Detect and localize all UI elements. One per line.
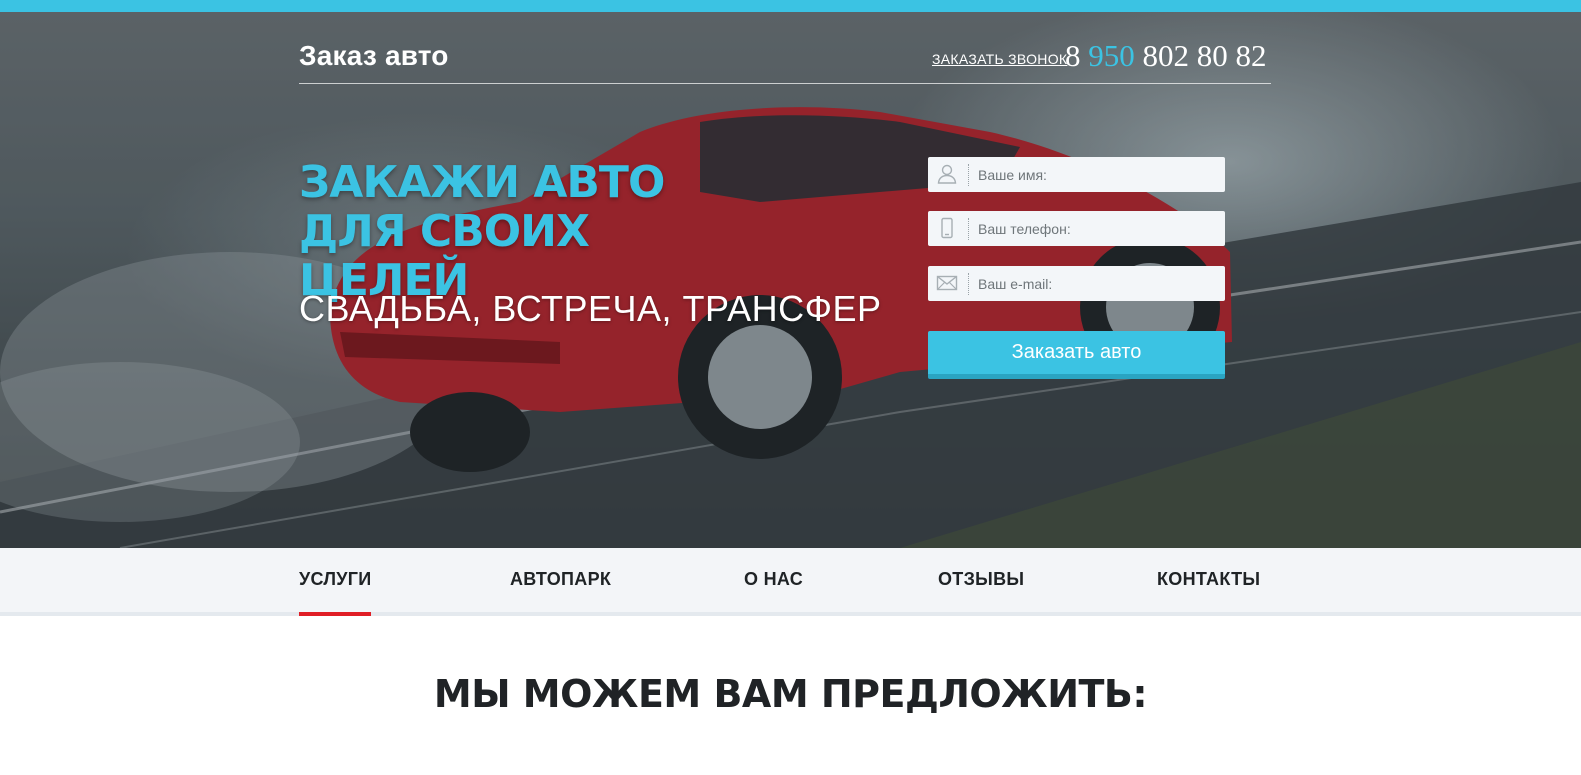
phone-digits: 802 80 82 [1142, 38, 1267, 73]
field-separator [968, 273, 969, 295]
hero-subline: СВАДЬБА, ВСТРЕЧА, ТРАНСФЕР [299, 288, 882, 329]
services-section-title: МЫ МОЖЕМ ВАМ ПРЕДЛОЖИТЬ: [433, 672, 1148, 716]
nav-item-services[interactable]: УСЛУГИ [299, 569, 372, 590]
mobile-phone-icon [941, 217, 953, 239]
name-input[interactable] [978, 157, 1218, 192]
nav-item-contacts[interactable]: КОНТАКТЫ [1157, 569, 1260, 590]
hero-banner: Заказ авто ЗАКАЗАТЬ ЗВОНОК 8 950 802 80 … [0, 12, 1581, 548]
phone-number: 8 950 802 80 82 [1065, 38, 1267, 74]
name-field[interactable] [928, 157, 1225, 192]
phone-prefix: 8 [1065, 38, 1081, 73]
nav-item-fleet[interactable]: АВТОПАРК [510, 569, 611, 590]
top-accent-strip [0, 0, 1581, 12]
envelope-icon [936, 275, 958, 291]
nav-active-indicator [299, 612, 371, 616]
hero-background-image [0, 12, 1581, 548]
phone-code: 950 [1088, 38, 1135, 73]
nav-item-about[interactable]: О НАС [744, 569, 803, 590]
email-field[interactable] [928, 266, 1225, 301]
user-icon [937, 164, 957, 184]
site-logo[interactable]: Заказ авто [299, 40, 449, 72]
hero-headline: ЗАКАЖИ АВТО ДЛЯ СВОИХ ЦЕЛЕЙ [299, 157, 665, 306]
main-navigation: УСЛУГИ АВТОПАРК О НАС ОТЗЫВЫ КОНТАКТЫ [0, 548, 1581, 616]
nav-item-reviews[interactable]: ОТЗЫВЫ [938, 569, 1024, 590]
field-separator [968, 164, 969, 186]
request-callback-link[interactable]: ЗАКАЗАТЬ ЗВОНОК [932, 51, 1067, 67]
header-divider [299, 83, 1271, 84]
phone-input[interactable] [978, 211, 1218, 246]
field-separator [968, 218, 969, 240]
email-input[interactable] [978, 266, 1218, 301]
order-car-button[interactable]: Заказать авто [928, 331, 1225, 379]
phone-field[interactable] [928, 211, 1225, 246]
